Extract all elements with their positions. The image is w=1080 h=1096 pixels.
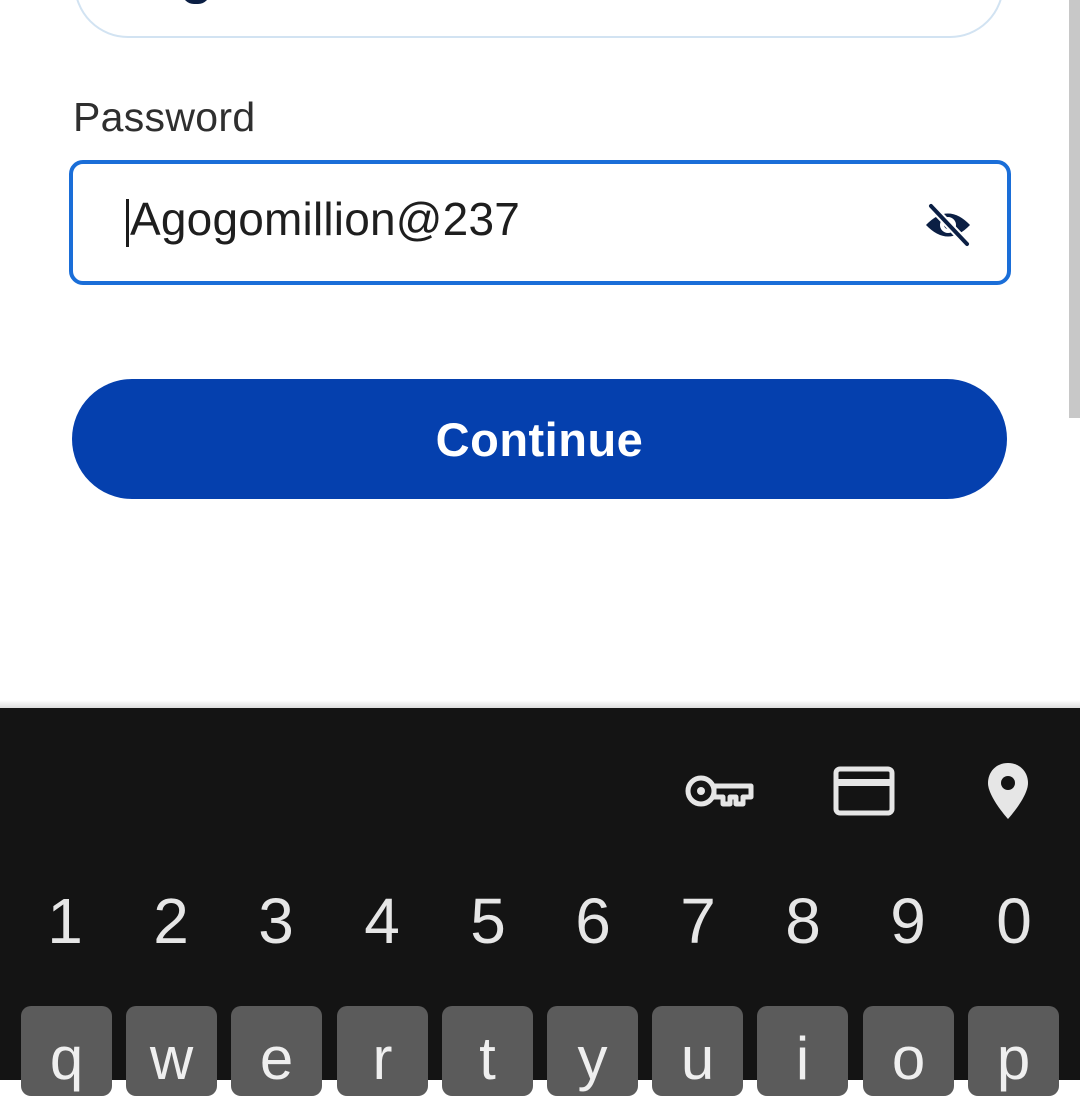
key-o[interactable]: o [863, 1006, 954, 1096]
key-t[interactable]: t [442, 1006, 533, 1096]
key-icon[interactable] [680, 756, 760, 826]
key-label: u [680, 1025, 715, 1092]
key-label: p [996, 1025, 1031, 1092]
password-input[interactable]: Agogomillion@237 [130, 192, 520, 246]
key-label: t [479, 1025, 496, 1092]
key-w[interactable]: w [126, 1006, 217, 1096]
key-e[interactable]: e [231, 1006, 322, 1096]
keyboard: 1 2 3 4 5 6 7 8 9 0 q w e r t y u i o p [0, 708, 1080, 1096]
credit-card-icon[interactable] [824, 756, 904, 826]
key-5[interactable]: 5 [448, 884, 528, 958]
key-8[interactable]: 8 [763, 884, 843, 958]
password-field[interactable]: Agogomillion@237 [69, 160, 1011, 285]
key-i[interactable]: i [757, 1006, 848, 1096]
key-label: y [577, 1025, 608, 1092]
text-caret [126, 199, 129, 247]
key-label: w [149, 1025, 194, 1092]
scrollbar[interactable] [1069, 0, 1080, 418]
keyboard-shadow [0, 700, 1080, 708]
key-u[interactable]: u [652, 1006, 743, 1096]
key-r[interactable]: r [337, 1006, 428, 1096]
continue-button[interactable]: Continue [72, 379, 1007, 499]
key-label: i [795, 1025, 810, 1092]
username-field[interactable] [74, 0, 1004, 38]
key-label: r [372, 1025, 393, 1092]
key-q[interactable]: q [21, 1006, 112, 1096]
key-label: o [891, 1025, 926, 1092]
location-pin-icon[interactable] [968, 756, 1048, 826]
key-3[interactable]: 3 [236, 884, 316, 958]
key-7[interactable]: 7 [658, 884, 738, 958]
key-1[interactable]: 1 [25, 884, 105, 958]
number-row: 1 2 3 4 5 6 7 8 9 0 [0, 884, 1080, 974]
key-label: q [49, 1025, 84, 1092]
field-text-fragment [182, 0, 210, 4]
key-y[interactable]: y [547, 1006, 638, 1096]
eye-off-icon[interactable] [923, 202, 973, 248]
key-0[interactable]: 0 [974, 884, 1054, 958]
key-p[interactable]: p [968, 1006, 1059, 1096]
key-4[interactable]: 4 [342, 884, 422, 958]
key-label: e [259, 1025, 294, 1092]
key-2[interactable]: 2 [131, 884, 211, 958]
key-6[interactable]: 6 [553, 884, 633, 958]
key-9[interactable]: 9 [868, 884, 948, 958]
password-label: Password [73, 94, 256, 140]
